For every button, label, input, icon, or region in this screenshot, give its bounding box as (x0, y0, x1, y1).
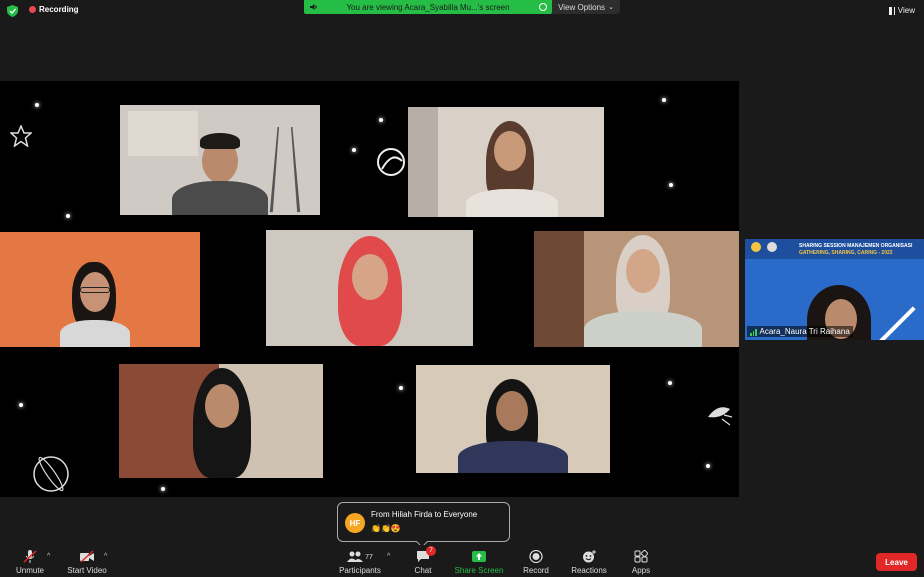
chat-button[interactable]: 7 Chat (410, 545, 436, 577)
participant-head (626, 249, 660, 293)
recording-dot-icon (29, 6, 36, 13)
participants-count: 77 (365, 553, 373, 561)
smiley-plus-icon (583, 550, 596, 563)
chat-label: Chat (414, 566, 432, 575)
star-decoration (662, 98, 666, 102)
participant-tile[interactable] (0, 232, 200, 347)
view-options-label: View Options (558, 2, 606, 12)
reactions-label: Reactions (571, 566, 607, 575)
participant-head (496, 391, 528, 431)
star-decoration (19, 403, 23, 407)
star-decoration (161, 487, 165, 491)
banner-title: SHARING SESSION MANAJEMEN ORGANISASI (799, 243, 913, 249)
record-label: Record (523, 566, 549, 575)
apps-icon (634, 550, 648, 563)
view-options-button[interactable]: View Options ⌄ (552, 0, 620, 14)
speaker-icon[interactable] (310, 3, 318, 11)
participant-head (352, 254, 388, 300)
participant-glasses (80, 287, 110, 293)
reactions-button[interactable]: Reactions (569, 545, 609, 577)
participant-body (60, 320, 130, 347)
participants-button[interactable]: 77 Participants (336, 545, 384, 577)
viewing-banner: You are viewing Acara_Syabilla Mu...'s s… (304, 0, 552, 14)
unmute-button[interactable]: Unmute (12, 545, 48, 577)
avatar: HF (345, 513, 365, 533)
apps-button[interactable]: Apps (626, 545, 656, 577)
star-decoration (669, 183, 673, 187)
participants-icon-row: 77 (347, 551, 373, 563)
shared-screen (0, 81, 739, 497)
star-decoration (399, 386, 403, 390)
side-video-tile[interactable]: SHARING SESSION MANAJEMEN ORGANISASI GAT… (745, 239, 924, 340)
participant-body (466, 189, 558, 217)
recording-indicator[interactable]: Recording (29, 5, 79, 14)
star-decoration (66, 214, 70, 218)
viewing-banner-text: You are viewing Acara_Syabilla Mu...'s s… (346, 2, 510, 12)
participant-head (494, 131, 526, 171)
star-decoration (379, 118, 383, 122)
participant-tile[interactable] (408, 107, 604, 217)
star-decoration (668, 381, 672, 385)
status-dot-icon (539, 3, 547, 11)
participant-name: Acara_Naura Tri Raihana (759, 327, 850, 336)
recording-label: Recording (39, 5, 79, 14)
participant-body (584, 311, 702, 347)
university-logo-icon (767, 242, 777, 252)
participant-tile[interactable] (266, 230, 473, 346)
start-video-label: Start Video (67, 566, 107, 575)
moon-icon (377, 148, 405, 176)
wall-decor (128, 111, 198, 156)
video-options-caret[interactable]: ^ (104, 553, 107, 560)
participants-options-caret[interactable]: ^ (387, 553, 390, 560)
wall-decor (534, 231, 584, 347)
chat-badge: 7 (426, 546, 436, 556)
chat-notification[interactable]: HF From Hiliah Firda to Everyone 👏👏😍 (337, 502, 510, 548)
signal-bars-icon (750, 328, 757, 336)
star-decoration (35, 103, 39, 107)
participants-label: Participants (339, 566, 381, 575)
share-screen-button[interactable]: Share Screen (453, 545, 505, 577)
participant-hair (200, 133, 240, 149)
banner-subtitle: GATHERING, SHARING, CARING - 2022 (799, 250, 893, 256)
record-icon (529, 550, 543, 563)
shield-icon[interactable] (7, 5, 18, 17)
start-video-button[interactable]: Start Video (64, 545, 110, 577)
decor-stripe (870, 306, 916, 340)
participant-head (205, 384, 239, 428)
leave-button[interactable]: Leave (876, 553, 917, 571)
rocket-icon (708, 407, 733, 426)
share-screen-label: Share Screen (454, 566, 504, 575)
participant-name-tag: Acara_Naura Tri Raihana (747, 326, 853, 337)
view-button[interactable]: View (888, 6, 915, 15)
share-screen-icon (472, 551, 486, 562)
curtain-decor (408, 107, 438, 217)
organization-logo-icon (751, 242, 761, 252)
meeting-toolbar: Unmute ^ Start Video ^ 77 Participants ^… (0, 545, 924, 577)
audio-options-caret[interactable]: ^ (47, 553, 50, 560)
apps-label: Apps (631, 566, 651, 575)
star-decoration (352, 148, 356, 152)
chat-sender: From Hiliah Firda to Everyone (371, 510, 478, 519)
participants-icon (347, 551, 364, 562)
chat-icon-wrap: 7 (416, 546, 436, 563)
view-label: View (897, 6, 915, 15)
participant-tile[interactable] (120, 105, 320, 215)
planet-icon (33, 456, 69, 492)
participant-body (172, 181, 268, 215)
chevron-down-icon: ⌄ (608, 4, 614, 11)
participant-tile[interactable] (534, 231, 739, 347)
video-camera-muted-icon (80, 550, 94, 563)
microphone-muted-icon (23, 550, 37, 563)
unmute-label: Unmute (15, 566, 44, 575)
record-button[interactable]: Record (520, 545, 552, 577)
participant-tile[interactable] (416, 365, 610, 473)
chat-message: 👏👏😍 (371, 524, 401, 533)
participant-tile[interactable] (119, 364, 323, 478)
participant-body (458, 441, 568, 473)
star-outline-icon (10, 125, 32, 147)
top-bar: Recording You are viewing Acara_Syabilla… (0, 0, 924, 22)
layout-icon (888, 6, 895, 15)
star-decoration (706, 464, 710, 468)
